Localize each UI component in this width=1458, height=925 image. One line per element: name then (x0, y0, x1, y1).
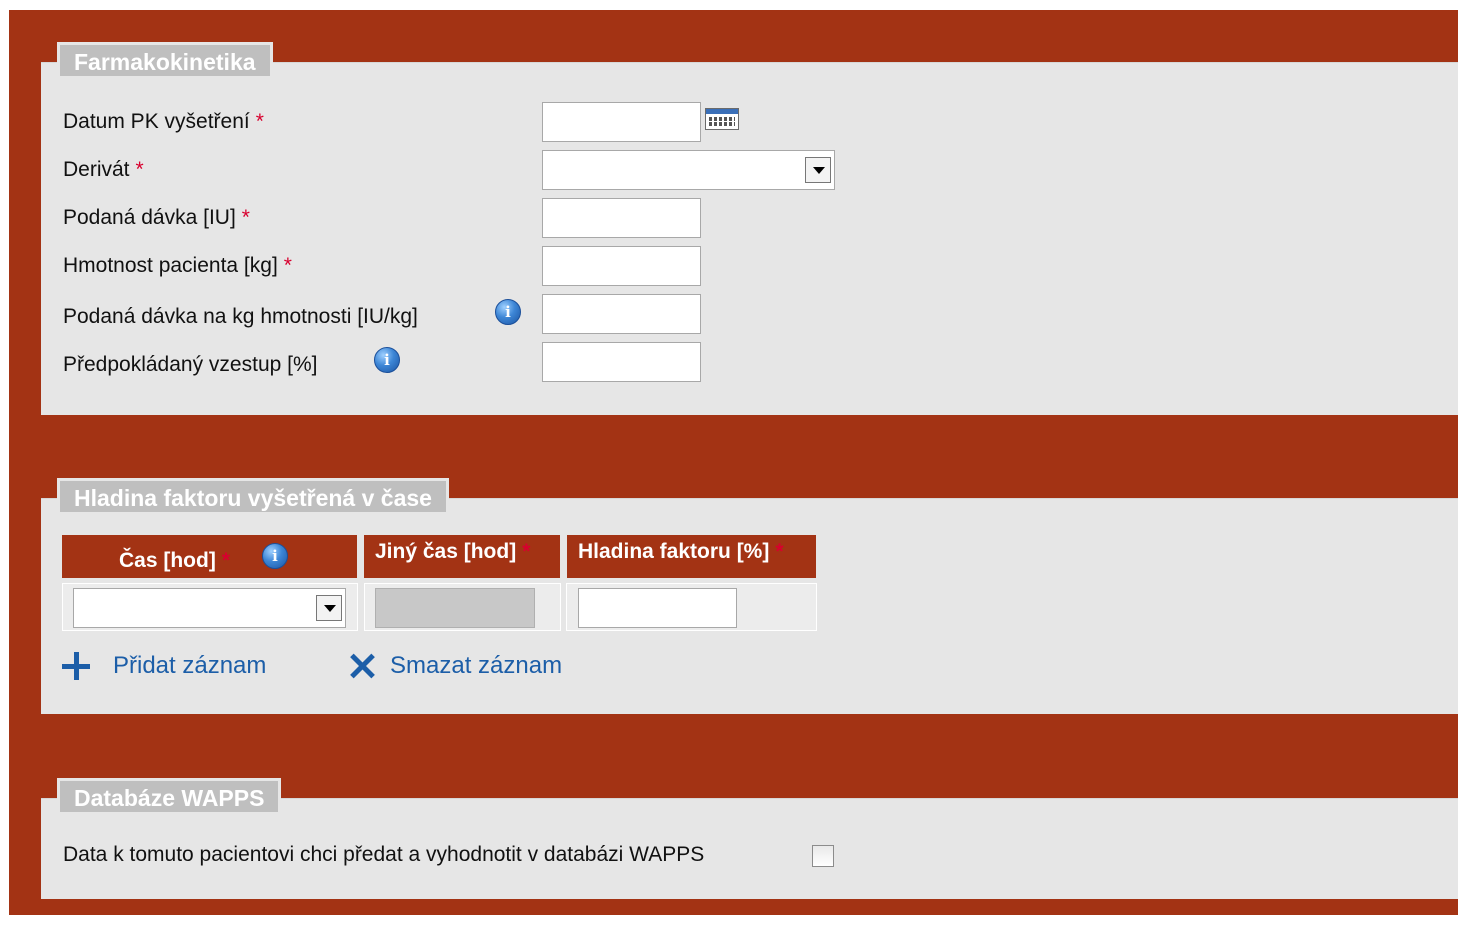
predpokladany-vzestup-input[interactable] (542, 342, 701, 382)
required-marker: * (241, 206, 250, 229)
farmakokinetika-legend: Farmakokinetika (57, 42, 273, 76)
info-icon[interactable]: i (262, 543, 288, 569)
delete-record-button[interactable]: Smazat záznam (348, 648, 562, 684)
plus-icon (62, 652, 90, 680)
chevron-down-icon[interactable] (316, 595, 342, 621)
required-marker: * (255, 110, 264, 133)
column-header-jiny-cas: Jiný čas [hod] * (364, 535, 560, 578)
close-icon (348, 652, 376, 680)
cas-select[interactable] (73, 588, 346, 628)
derivat-select[interactable] (542, 150, 835, 190)
davka-na-kg-input[interactable] (542, 294, 701, 334)
jiny-cas-input (375, 588, 535, 628)
predpokladany-vzestup-label: Předpokládaný vzestup [%] (63, 353, 318, 376)
info-icon[interactable]: i (495, 299, 521, 325)
required-marker: * (522, 540, 531, 563)
required-marker: * (221, 549, 231, 572)
wapps-legend: Databáze WAPPS (57, 778, 282, 812)
required-marker: * (775, 540, 784, 563)
podana-davka-input[interactable] (542, 198, 701, 238)
column-header-hladina: Hladina faktoru [%] * (567, 535, 816, 578)
davka-na-kg-label: Podaná dávka na kg hmotnosti [IU/kg] (63, 305, 418, 328)
calendar-icon[interactable] (705, 108, 739, 130)
wapps-checkbox-label: Data k tomuto pacientovi chci předat a v… (63, 843, 705, 866)
hladina-faktoru-input[interactable] (578, 588, 737, 628)
required-marker: * (135, 158, 144, 181)
derivat-label: Derivát * (63, 158, 144, 181)
required-marker: * (283, 254, 292, 277)
hmotnost-label: Hmotnost pacienta [kg] * (63, 254, 292, 277)
podana-davka-label: Podaná dávka [IU] * (63, 206, 250, 229)
delete-record-label: Smazat záznam (390, 652, 563, 679)
chevron-down-icon[interactable] (805, 157, 831, 183)
add-record-button[interactable]: Přidat záznam (62, 648, 266, 684)
hmotnost-input[interactable] (542, 246, 701, 286)
column-header-cas: Čas [hod] * (62, 535, 357, 578)
info-icon[interactable]: i (374, 347, 400, 373)
add-record-label: Přidat záznam (113, 652, 267, 679)
hladina-legend: Hladina faktoru vyšetřená v čase (57, 478, 449, 512)
wapps-checkbox[interactable] (812, 845, 834, 867)
datum-pk-input[interactable] (542, 102, 701, 142)
datum-pk-label: Datum PK vyšetření * (63, 110, 264, 133)
